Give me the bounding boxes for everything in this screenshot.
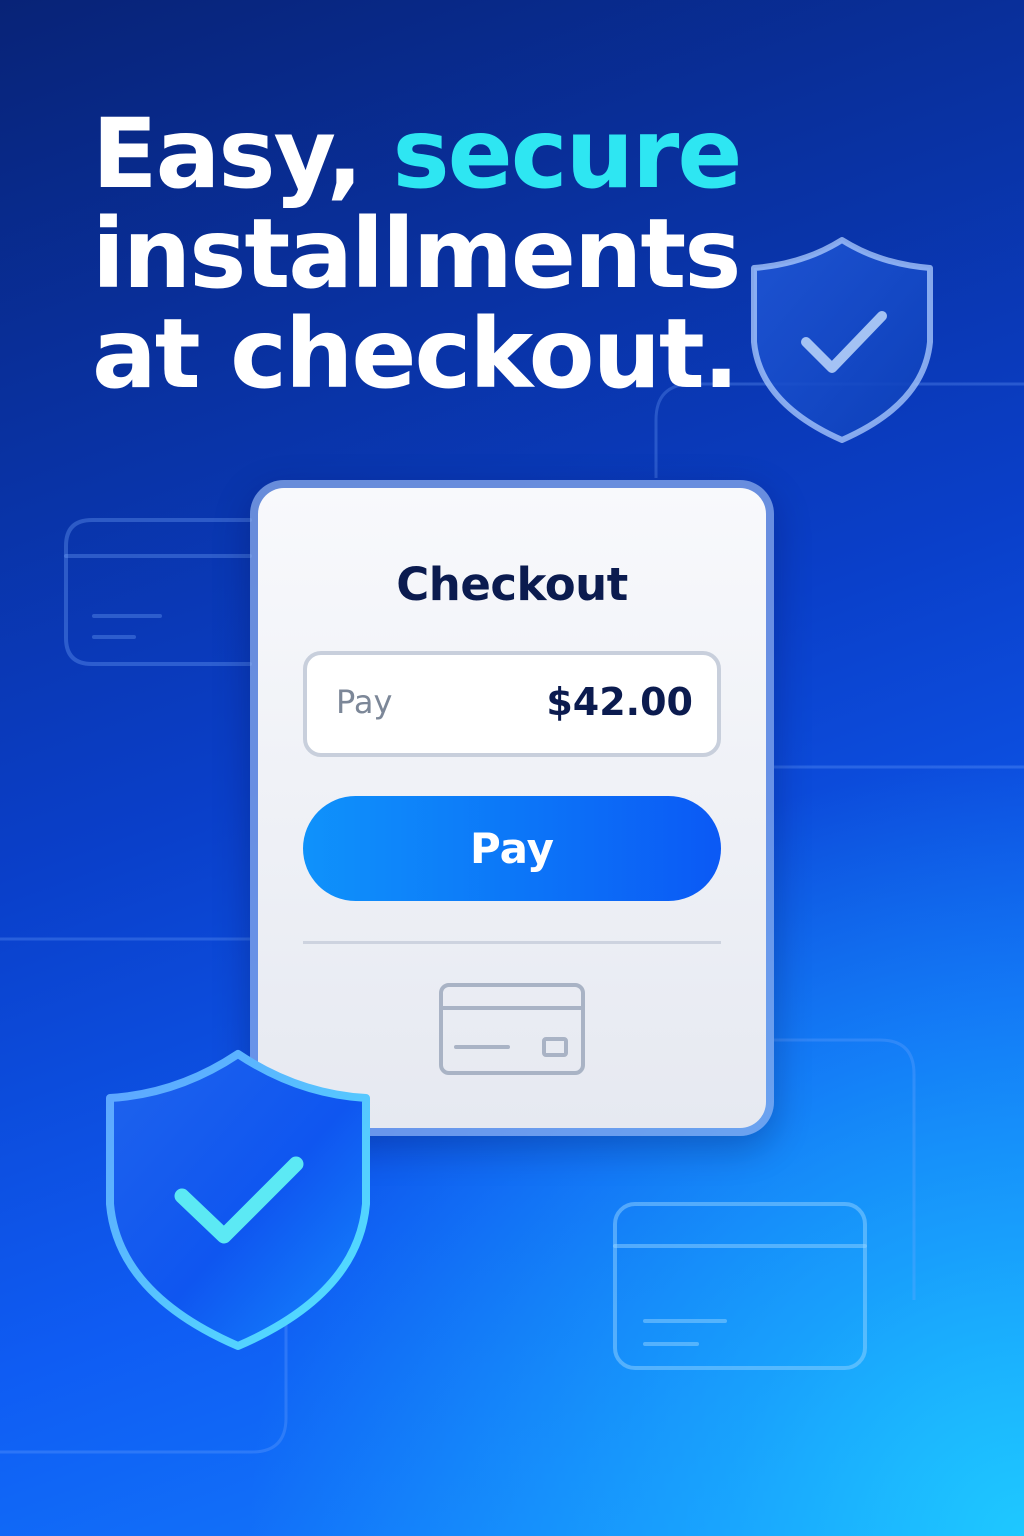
checkout-card-body: Checkout Pay $42.00 Pay [258, 488, 766, 1128]
headline-word-secure: secure [392, 98, 743, 210]
shield-check-icon [106, 1050, 370, 1350]
headline-line-1: Easy, secure [92, 104, 742, 204]
checkout-title: Checkout [396, 558, 628, 611]
checkout-card: Checkout Pay $42.00 Pay [250, 480, 774, 1136]
headline: Easy, secure installments at checkout. [92, 104, 742, 410]
headline-line-2: installments [92, 198, 741, 310]
amount-value: $42.00 [546, 680, 693, 724]
amount-field: Pay $42.00 [303, 651, 721, 757]
credit-card-icon [439, 983, 585, 1075]
headline-line-3: at checkout. [92, 298, 739, 410]
credit-card-outline-bottom [613, 1202, 867, 1370]
divider [303, 941, 721, 944]
credit-card-outline-left [64, 518, 252, 666]
shield-check-icon [751, 237, 933, 443]
amount-label: Pay [336, 683, 393, 721]
pay-button[interactable]: Pay [303, 796, 721, 901]
background-panel-bottom-right [774, 1038, 916, 1300]
headline-word-easy: Easy, [92, 98, 363, 210]
